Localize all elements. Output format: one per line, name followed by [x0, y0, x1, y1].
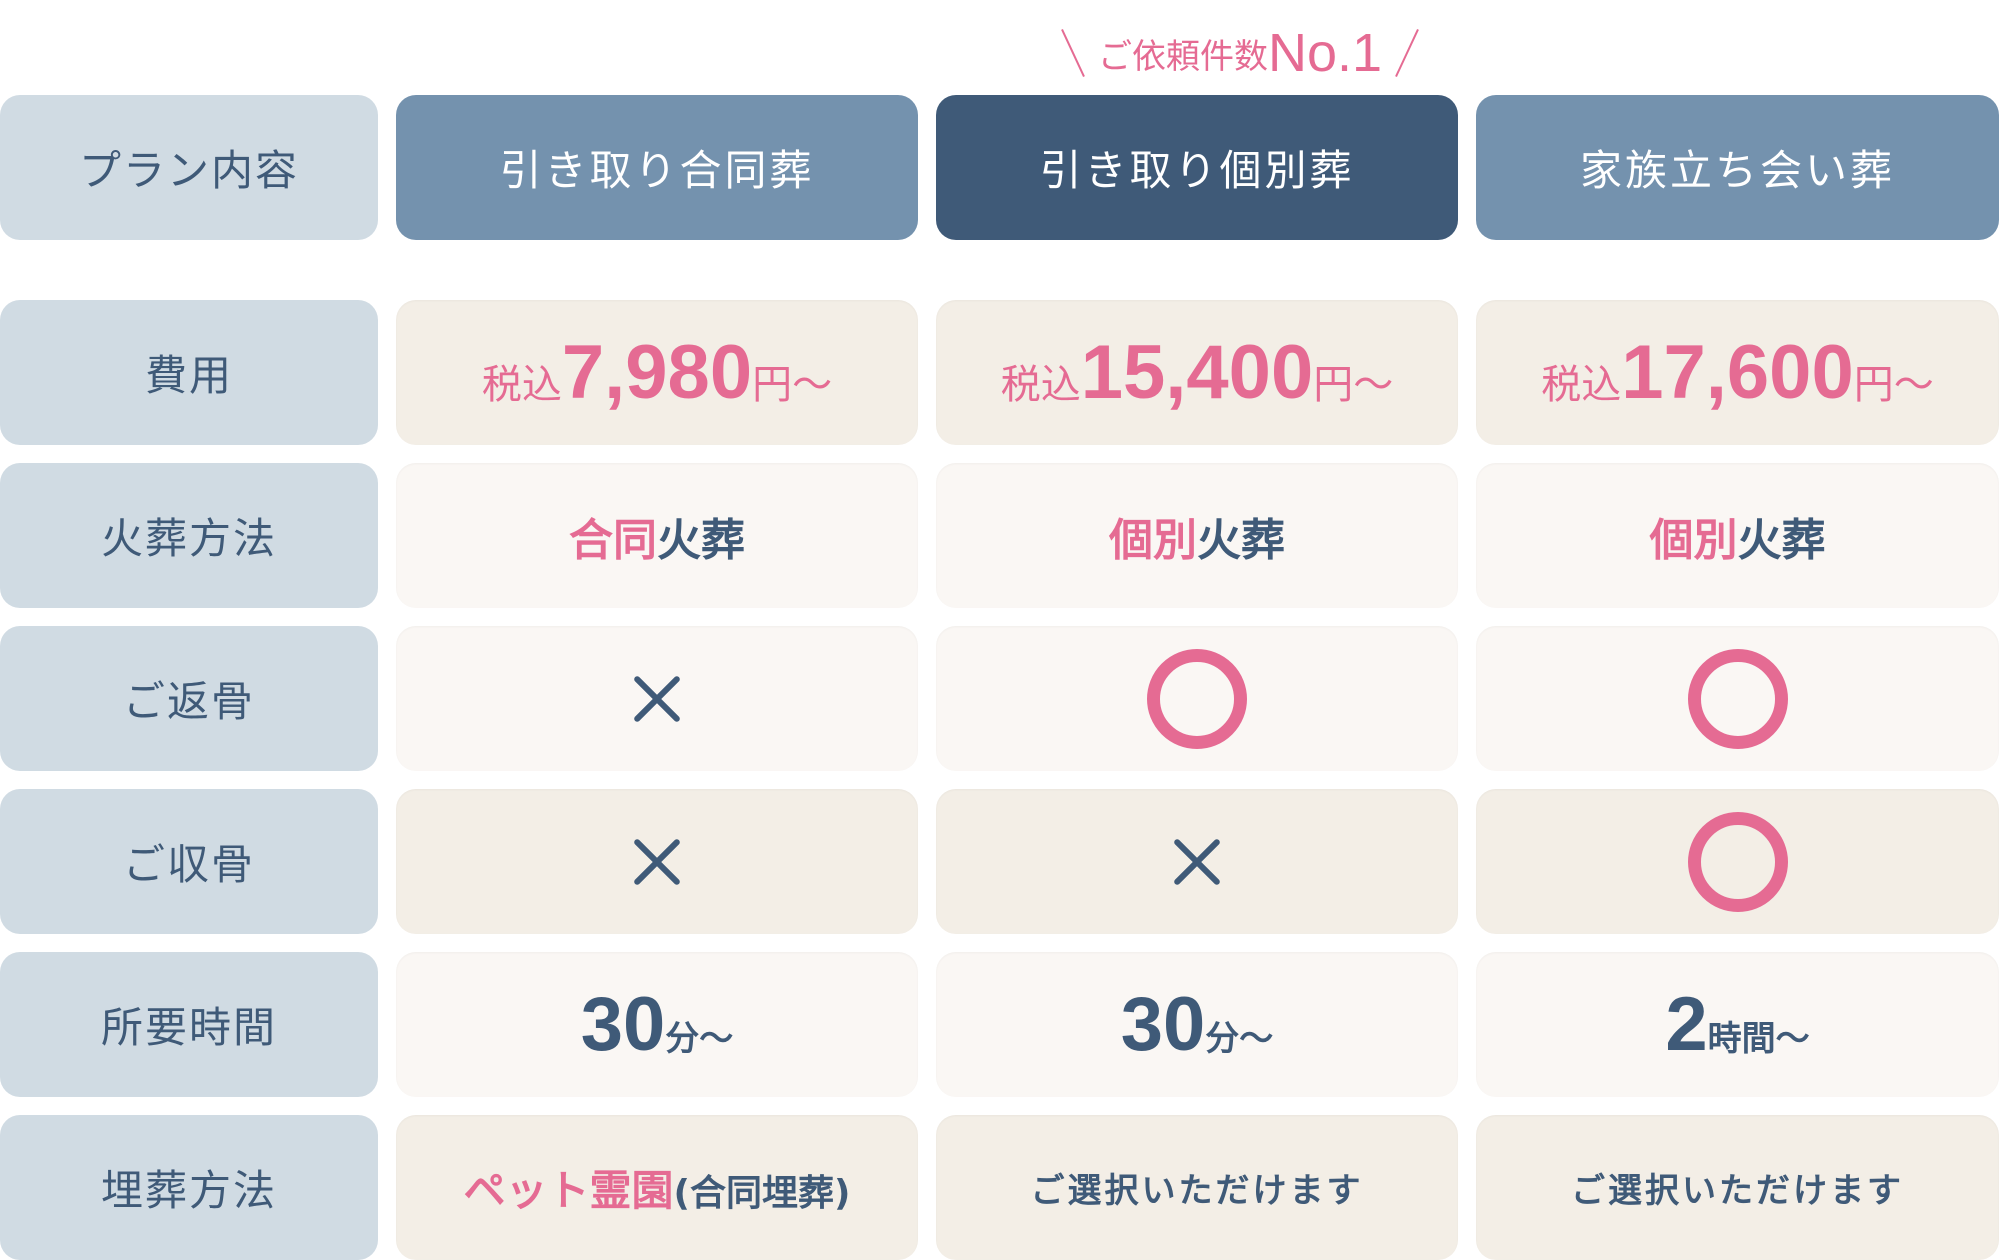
- bone-collection-cell: [1476, 789, 1999, 934]
- plan-header-individual[interactable]: 引き取り個別葬: [936, 95, 1458, 240]
- price-suffix: 円～: [1853, 362, 1934, 408]
- bone-collection-cell: [936, 789, 1458, 934]
- cremation-method: 個別火葬: [1650, 504, 1826, 568]
- return-ashes-cell: [1476, 626, 1999, 771]
- price: 税込 15,400 円～: [1001, 329, 1393, 416]
- price-suffix: 円～: [1313, 362, 1394, 408]
- burial-method: ペット霊園(合同埋葬): [464, 1157, 851, 1218]
- duration-value: 30: [580, 982, 666, 1067]
- duration-unit: 分～: [665, 1019, 734, 1059]
- price-value: 7,980: [561, 330, 753, 415]
- circle-icon: [1687, 811, 1788, 912]
- row-label-return-ashes: ご返骨: [0, 626, 378, 771]
- price-prefix: 税込: [481, 362, 562, 408]
- price: 税込 17,600 円～: [1541, 329, 1933, 416]
- method-rest: 火葬: [657, 514, 745, 566]
- circle-icon: [1147, 648, 1247, 749]
- price: 税込 7,980 円～: [482, 329, 832, 416]
- duration: 30 分～: [1121, 981, 1274, 1068]
- duration-cell: 30 分～: [936, 952, 1458, 1097]
- row-label-duration: 所要時間: [0, 952, 378, 1097]
- cremation-method: 合同火葬: [569, 504, 745, 568]
- method-highlight: 合同: [569, 514, 657, 566]
- duration: 30 分～: [581, 981, 734, 1068]
- cremation-cell: 合同火葬: [396, 463, 918, 608]
- duration-cell: 30 分～: [396, 952, 918, 1097]
- return-ashes-cell: [936, 626, 1458, 771]
- row-label-bone-collection: ご収骨: [0, 789, 378, 934]
- plan-header-family[interactable]: 家族立ち会い葬: [1476, 95, 1999, 240]
- burial-selectable: ご選択いただけます: [1030, 1171, 1364, 1211]
- burial-cell: ペット霊園(合同埋葬): [396, 1115, 918, 1260]
- header-label: プラン内容: [0, 95, 378, 240]
- cost-cell: 税込 7,980 円～: [396, 300, 918, 445]
- burial-highlight: ペット霊園: [463, 1166, 674, 1215]
- method-rest: 火葬: [1197, 514, 1285, 566]
- duration-cell: 2 時間～: [1476, 952, 1999, 1097]
- cost-cell: 税込 15,400 円～: [936, 300, 1458, 445]
- plan-header-group[interactable]: 引き取り合同葬: [396, 95, 918, 240]
- bone-collection-cell: [396, 789, 918, 934]
- cremation-cell: 個別火葬: [936, 463, 1458, 608]
- price-prefix: 税込: [1000, 362, 1081, 408]
- burial-rest: (合同埋葬): [673, 1173, 851, 1214]
- cremation-cell: 個別火葬: [1476, 463, 1999, 608]
- duration-unit: 分～: [1205, 1019, 1274, 1059]
- row-label-cost: 費用: [0, 300, 378, 445]
- circle-icon: [1687, 648, 1788, 749]
- duration: 2 時間～: [1665, 981, 1809, 1068]
- method-rest: 火葬: [1737, 514, 1826, 566]
- row-label-burial: 埋葬方法: [0, 1115, 378, 1260]
- method-highlight: 個別: [1649, 514, 1738, 566]
- price-suffix: 円～: [752, 362, 833, 408]
- cost-cell: 税込 17,600 円～: [1476, 300, 1999, 445]
- badge-slash-left: [1061, 29, 1085, 77]
- duration-value: 30: [1120, 982, 1206, 1067]
- badge-slash-right: [1395, 29, 1419, 77]
- popularity-badge: ご依頼件数 No.1: [1020, 18, 1460, 88]
- duration-unit: 時間～: [1707, 1019, 1810, 1059]
- cross-icon: [1172, 837, 1222, 887]
- cross-icon: [632, 674, 682, 724]
- price-value: 17,600: [1621, 330, 1854, 415]
- cremation-method: 個別火葬: [1109, 504, 1285, 568]
- burial-cell: ご選択いただけます: [1476, 1115, 1999, 1260]
- duration-value: 2: [1665, 982, 1708, 1067]
- badge-highlight: No.1: [1267, 23, 1383, 83]
- cross-icon: [632, 837, 682, 887]
- method-highlight: 個別: [1109, 514, 1197, 566]
- row-label-cremation: 火葬方法: [0, 463, 378, 608]
- price-value: 15,400: [1080, 330, 1314, 415]
- return-ashes-cell: [396, 626, 918, 771]
- burial-cell: ご選択いただけます: [936, 1115, 1458, 1260]
- price-prefix: 税込: [1541, 362, 1622, 408]
- badge-text: ご依頼件数: [1097, 36, 1268, 77]
- burial-selectable: ご選択いただけます: [1571, 1171, 1904, 1211]
